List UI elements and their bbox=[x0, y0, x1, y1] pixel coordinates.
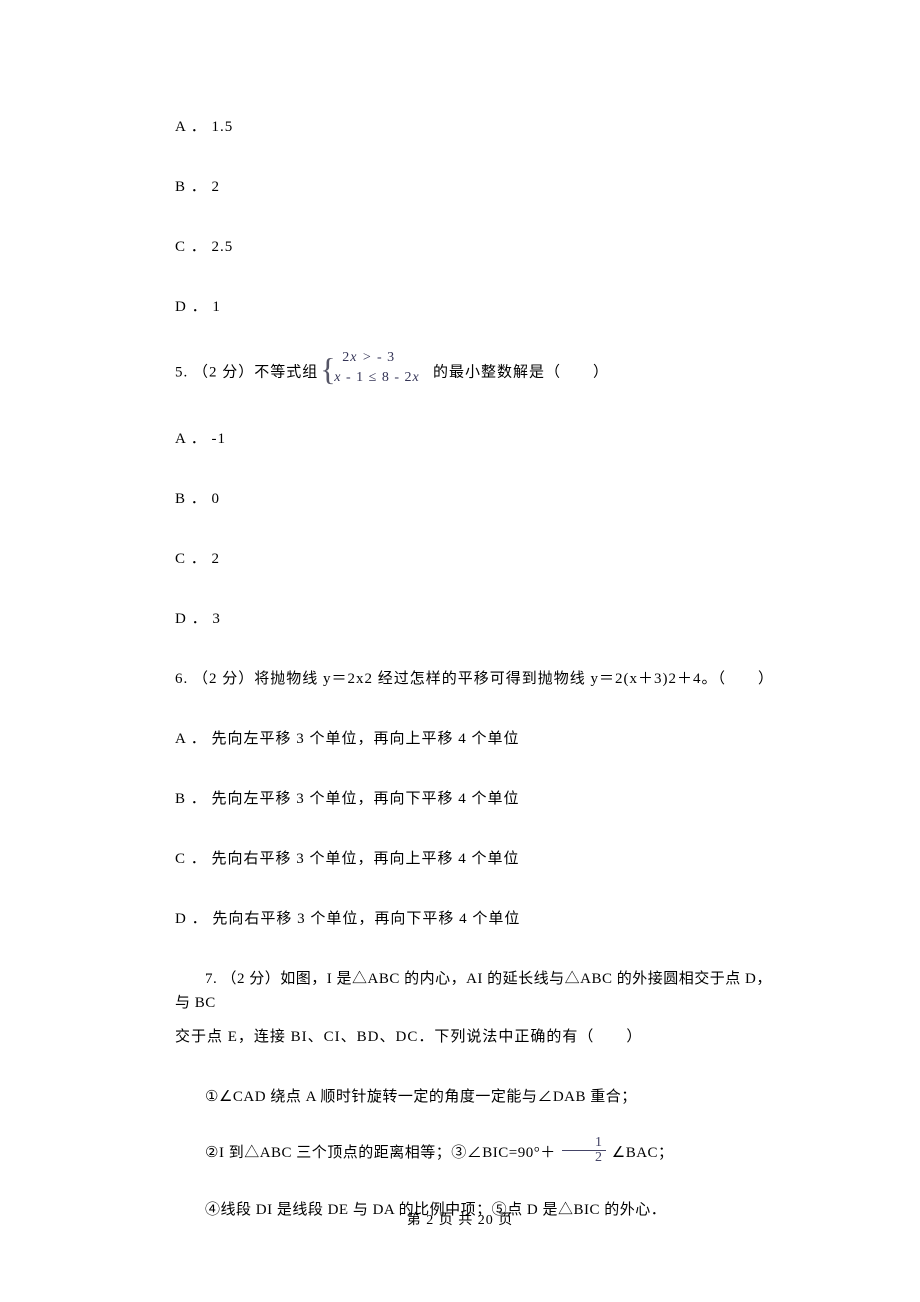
option-label: C bbox=[175, 851, 186, 867]
option-label: B bbox=[175, 179, 186, 195]
math-line-2: x - 1 ≤ 8 - 2x bbox=[334, 367, 419, 389]
option-text: 0 bbox=[212, 491, 221, 507]
question-number: 6. bbox=[175, 671, 193, 687]
stem-post: 的最小整数解是（ ） bbox=[428, 364, 609, 380]
option-c: C ． 2.5 bbox=[175, 235, 780, 259]
option-label: B bbox=[175, 491, 186, 507]
option-label: A bbox=[175, 731, 186, 747]
statement-post: ∠BAC； bbox=[608, 1145, 674, 1161]
stem-line-b: 交于点 E，连接 BI、CI、BD、DC．下列说法中正确的有（ ） bbox=[175, 1029, 642, 1045]
option-text: 2.5 bbox=[212, 239, 234, 255]
question-6-stem: 6. （2 分）将抛物线 y＝2x2 经过怎样的平移可得到抛物线 y＝2(x＋3… bbox=[175, 667, 780, 691]
q6-option-d: D ． 先向右平移 3 个单位，再向下平移 4 个单位 bbox=[175, 907, 780, 931]
fraction-icon: 12 bbox=[562, 1136, 606, 1165]
q5-option-d: D ． 3 bbox=[175, 607, 780, 631]
q6-option-b: B ． 先向左平移 3 个单位，再向下平移 4 个单位 bbox=[175, 787, 780, 811]
q7-statement-1: ①∠CAD 绕点 A 顺时针旋转一定的角度一定能与∠DAB 重合； bbox=[175, 1085, 780, 1109]
question-points: （2 分） bbox=[193, 364, 254, 380]
question-5-stem: 5. （2 分）不等式组 { 2x > - 3 x - 1 ≤ 8 - 2x 的… bbox=[175, 355, 780, 391]
option-label: C bbox=[175, 239, 186, 255]
option-text: 1.5 bbox=[212, 119, 234, 135]
stem-pre: 不等式组 bbox=[254, 364, 318, 380]
option-text: 2 bbox=[212, 179, 221, 195]
option-text: 先向左平移 3 个单位，再向下平移 4 个单位 bbox=[212, 791, 520, 807]
question-7-stem-b: 交于点 E，连接 BI、CI、BD、DC．下列说法中正确的有（ ） bbox=[175, 1025, 780, 1049]
question-number: 5. bbox=[175, 364, 193, 380]
question-7-stem: 7. （2 分）如图，I 是△ABC 的内心，AI 的延长线与△ABC 的外接圆… bbox=[175, 967, 780, 1015]
statement-pre: ②I 到△ABC 三个顶点的距离相等；③∠BIC=90°＋ bbox=[205, 1145, 560, 1161]
question-number: 7. bbox=[205, 971, 222, 987]
page-number: 第 2 页 共 20 页 bbox=[407, 1213, 514, 1228]
question-points: （2 分） bbox=[193, 671, 254, 687]
option-label: C bbox=[175, 551, 186, 567]
option-b: B ． 2 bbox=[175, 175, 780, 199]
option-text: -1 bbox=[212, 431, 227, 447]
option-label: D bbox=[175, 911, 187, 927]
option-text: 先向右平移 3 个单位，再向上平移 4 个单位 bbox=[212, 851, 520, 867]
option-text: 1 bbox=[212, 299, 221, 315]
q7-statement-2: ②I 到△ABC 三个顶点的距离相等；③∠BIC=90°＋ 12 ∠BAC； bbox=[175, 1139, 780, 1168]
option-label: D bbox=[175, 611, 187, 627]
option-d: D ． 1 bbox=[175, 295, 780, 319]
option-a: A ． 1.5 bbox=[175, 115, 780, 139]
q6-option-a: A ． 先向左平移 3 个单位，再向上平移 4 个单位 bbox=[175, 727, 780, 751]
option-text: 先向右平移 3 个单位，再向下平移 4 个单位 bbox=[212, 911, 520, 927]
statement-text: ①∠CAD 绕点 A 顺时针旋转一定的角度一定能与∠DAB 重合； bbox=[205, 1089, 637, 1105]
q6-option-c: C ． 先向右平移 3 个单位，再向上平移 4 个单位 bbox=[175, 847, 780, 871]
option-label: A bbox=[175, 431, 186, 447]
option-text: 2 bbox=[212, 551, 221, 567]
fraction-numerator: 1 bbox=[562, 1136, 606, 1151]
inequality-system-icon: { 2x > - 3 x - 1 ≤ 8 - 2x bbox=[320, 355, 426, 391]
option-label: A bbox=[175, 119, 186, 135]
option-text: 先向左平移 3 个单位，再向上平移 4 个单位 bbox=[212, 731, 520, 747]
option-label: B bbox=[175, 791, 186, 807]
option-text: 3 bbox=[212, 611, 221, 627]
q5-option-b: B ． 0 bbox=[175, 487, 780, 511]
option-label: D bbox=[175, 299, 187, 315]
question-points: （2 分） bbox=[222, 971, 281, 987]
q5-option-c: C ． 2 bbox=[175, 547, 780, 571]
fraction-denominator: 2 bbox=[562, 1151, 606, 1165]
page-footer: 第 2 页 共 20 页 bbox=[0, 1210, 920, 1232]
stem: 将抛物线 y＝2x2 经过怎样的平移可得到抛物线 y＝2(x＋3)2＋4。（ ） bbox=[254, 671, 774, 687]
q5-option-a: A ． -1 bbox=[175, 427, 780, 451]
